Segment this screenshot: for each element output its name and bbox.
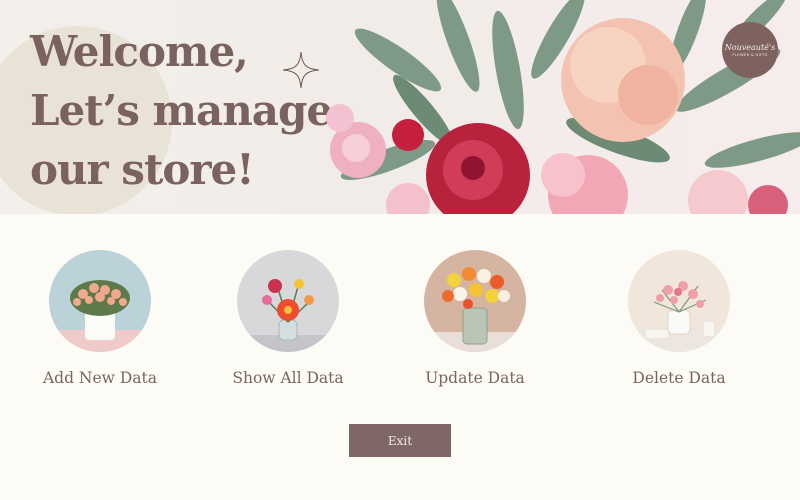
add-new-data-label[interactable]: Add New Data (43, 369, 157, 387)
header-banner: Welcome, Let’s manage our store! Nouveau… (0, 0, 800, 214)
brand-logo: Nouveauté's FLOWER & GIFTS (722, 22, 778, 78)
show-all-data-image[interactable] (237, 250, 339, 352)
update-data-card[interactable]: Update Data (390, 250, 560, 387)
welcome-line-2: Let’s manage (30, 86, 333, 135)
welcome-line-3: our store! (30, 145, 255, 194)
show-all-data-label[interactable]: Show All Data (232, 369, 343, 387)
add-new-data-card[interactable]: Add New Data (15, 250, 185, 387)
sparkle-icon (283, 52, 319, 88)
exit-button[interactable]: Exit (349, 424, 451, 457)
delete-data-image[interactable] (628, 250, 730, 352)
add-new-data-image[interactable] (49, 250, 151, 352)
logo-name: Nouveauté's (724, 43, 776, 52)
welcome-heading: Welcome, Let’s manage our store! (30, 22, 333, 199)
delete-data-label[interactable]: Delete Data (632, 369, 725, 387)
logo-tagline: FLOWER & GIFTS (732, 53, 768, 57)
update-data-image[interactable] (424, 250, 526, 352)
show-all-data-card[interactable]: Show All Data (203, 250, 373, 387)
delete-data-card[interactable]: Delete Data (594, 250, 764, 387)
update-data-label[interactable]: Update Data (425, 369, 525, 387)
